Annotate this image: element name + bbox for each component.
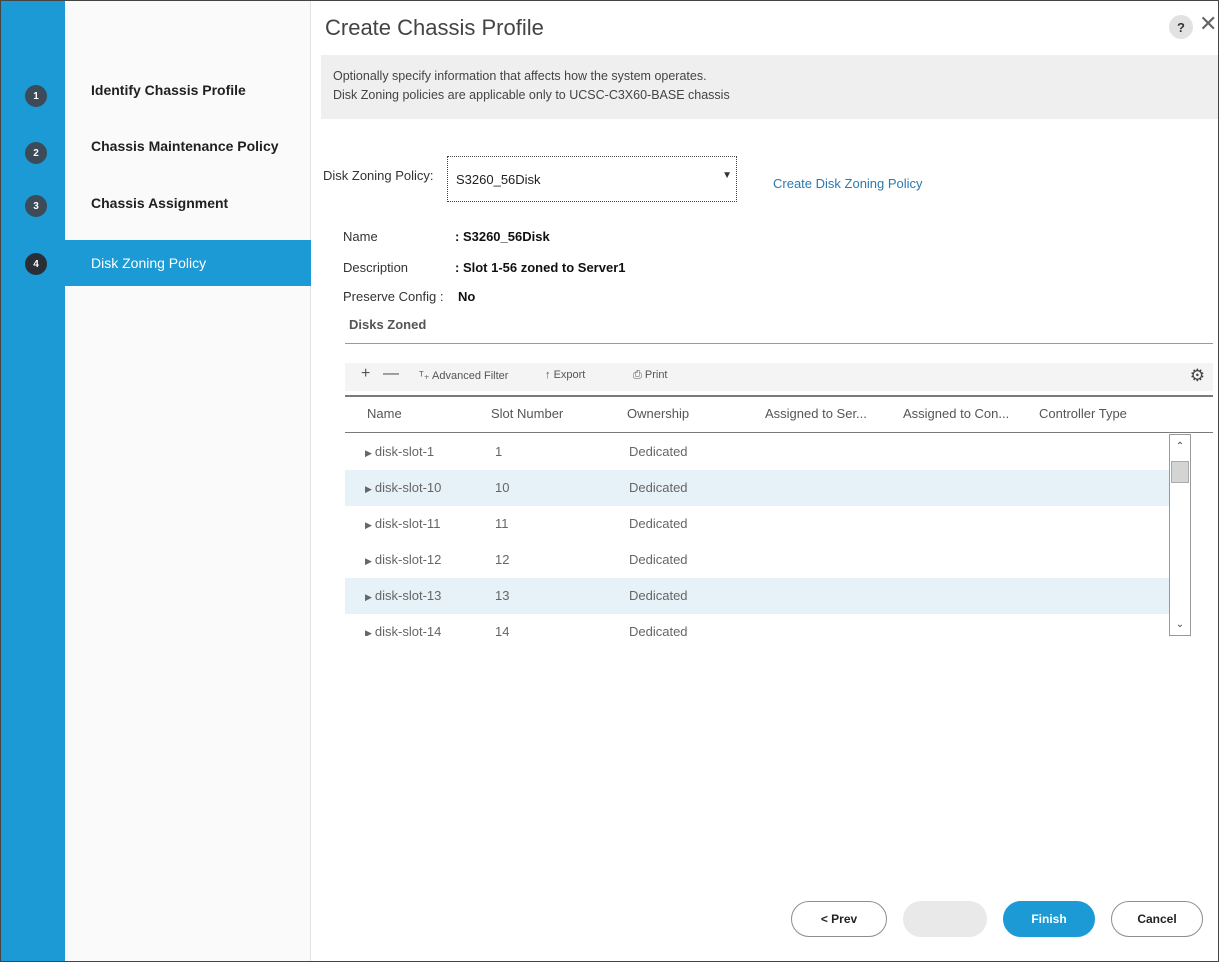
wizard-steps-nav: Identify Chassis Profile Chassis Mainten… [65,1,311,961]
ownership-cell: Dedicated [629,552,688,567]
column-header-assigned-to-controller[interactable]: Assigned to Con... [903,406,1009,421]
add-icon[interactable]: + [361,365,370,383]
column-header-controller-type[interactable]: Controller Type [1039,406,1127,421]
description-value: : Slot 1-56 zoned to Server1 [455,260,626,275]
column-header-assigned-to-server[interactable]: Assigned to Ser... [765,406,867,421]
step-number-1: 1 [25,85,47,107]
scroll-down-icon[interactable]: ⌄ [1170,615,1190,633]
table-row[interactable]: ▶ disk-slot-11 11 Dedicated [345,506,1189,542]
step-number-3: 3 [25,195,47,217]
step-identify-chassis-profile[interactable]: Identify Chassis Profile [65,67,311,113]
step-chassis-maintenance-policy[interactable]: Chassis Maintenance Policy [65,123,311,169]
slot-number-cell: 1 [495,444,503,459]
expand-arrow-icon[interactable]: ▶ [365,448,372,458]
slot-number-cell: 13 [495,588,510,603]
create-disk-zoning-policy-link[interactable]: Create Disk Zoning Policy [773,176,923,191]
preserve-config-value: No [458,289,476,304]
scroll-up-icon[interactable]: ⌃ [1170,437,1190,455]
disks-zoned-heading: Disks Zoned [349,317,427,332]
slot-number-cell: 14 [495,624,510,636]
advanced-filter-button[interactable]: ᵀ₊ Advanced Filter [419,369,508,382]
wizard-window: 1 2 3 4 Identify Chassis Profile Chassis… [0,0,1219,962]
section-divider [345,343,1213,344]
ownership-cell: Dedicated [629,624,688,636]
close-icon[interactable]: ✕ [1199,13,1217,35]
table-row[interactable]: ▶ disk-slot-12 12 Dedicated [345,542,1189,578]
table-row[interactable]: ▶ disk-slot-13 13 Dedicated [345,578,1189,614]
print-label: Print [644,369,668,381]
export-icon: ↑ [545,369,551,381]
expand-arrow-icon[interactable]: ▶ [365,556,372,566]
cancel-button[interactable]: Cancel [1111,901,1203,937]
expand-arrow-icon[interactable]: ▶ [365,628,372,636]
advanced-filter-label: Advanced Filter [432,370,509,382]
disk-zoning-policy-row: Disk Zoning Policy: S3260_56Disk ▼ Creat… [321,156,1021,202]
info-banner: Optionally specify information that affe… [321,55,1218,119]
step-number-4: 4 [25,253,47,275]
expand-arrow-icon[interactable]: ▶ [365,484,372,494]
page-title: Create Chassis Profile [325,15,544,40]
disks-table-body: ▶ disk-slot-1 1 Dedicated ▶ disk-slot-10 1… [345,434,1189,636]
disk-name-cell: disk-slot-14 [374,624,442,636]
ownership-cell: Dedicated [629,516,688,531]
expand-arrow-icon[interactable]: ▶ [365,592,372,602]
disk-name-cell: disk-slot-10 [374,480,442,495]
step-number-2: 2 [25,142,47,164]
step-chassis-assignment[interactable]: Chassis Assignment [65,180,311,226]
table-header: Name Slot Number Ownership Assigned to S… [345,395,1213,433]
preserve-config-key: Preserve Config : [343,289,444,304]
step-disk-zoning-policy[interactable]: Disk Zoning Policy [65,240,311,286]
next-button[interactable]: Next > [903,901,987,937]
help-icon[interactable]: ? [1169,15,1193,39]
ownership-cell: Dedicated [629,588,688,603]
table-row[interactable]: ▶ disk-slot-10 10 Dedicated [345,470,1189,506]
remove-icon[interactable]: — [383,365,399,383]
chevron-down-icon: ▼ [722,170,732,181]
gear-icon[interactable]: ⚙ [1190,366,1205,386]
prev-button[interactable]: < Prev [791,901,887,937]
table-toolbar: + — ᵀ₊ Advanced Filter ↑ Export ⎙ Print … [345,363,1213,391]
ownership-cell: Dedicated [629,444,688,459]
print-icon: ⎙ [633,369,642,381]
ownership-cell: Dedicated [629,480,688,495]
filter-icon: ᵀ₊ [419,370,430,382]
name-value: : S3260_56Disk [455,229,550,244]
disk-name-cell: disk-slot-13 [374,588,442,603]
step-indicator-strip: 1 2 3 4 [1,1,65,961]
disk-zoning-policy-select[interactable]: S3260_56Disk ▼ [447,156,737,202]
info-line-2: Disk Zoning policies are applicable only… [333,88,730,102]
print-button[interactable]: ⎙ Print [633,369,668,382]
table-row[interactable]: ▶ disk-slot-1 1 Dedicated [345,434,1189,470]
column-header-name[interactable]: Name [367,406,402,421]
disk-name-cell: disk-slot-1 [374,444,435,459]
scrollbar-thumb[interactable] [1171,461,1189,483]
slot-number-cell: 10 [495,480,510,495]
column-header-ownership[interactable]: Ownership [627,406,689,421]
slot-number-cell: 12 [495,552,510,567]
export-button[interactable]: ↑ Export [545,369,585,381]
name-key: Name [343,229,378,244]
table-row[interactable]: ▶ disk-slot-14 14 Dedicated [345,614,1189,636]
disk-zoning-policy-value: S3260_56Disk [456,171,541,187]
expand-arrow-icon[interactable]: ▶ [365,520,372,530]
disk-zoning-policy-label: Disk Zoning Policy: [323,168,434,183]
description-key: Description [343,260,409,275]
disk-name-cell: disk-slot-11 [374,516,441,531]
disk-name-cell: disk-slot-12 [374,552,442,567]
info-line-1: Optionally specify information that affe… [333,69,707,83]
table-scrollbar[interactable]: ⌃ ⌄ [1169,434,1191,636]
wizard-main-panel: Create Chassis Profile ? ✕ Optionally sp… [311,1,1218,961]
column-header-slot-number[interactable]: Slot Number [491,406,563,421]
finish-button[interactable]: Finish [1003,901,1095,937]
export-label: Export [553,369,586,381]
slot-number-cell: 11 [495,516,509,531]
